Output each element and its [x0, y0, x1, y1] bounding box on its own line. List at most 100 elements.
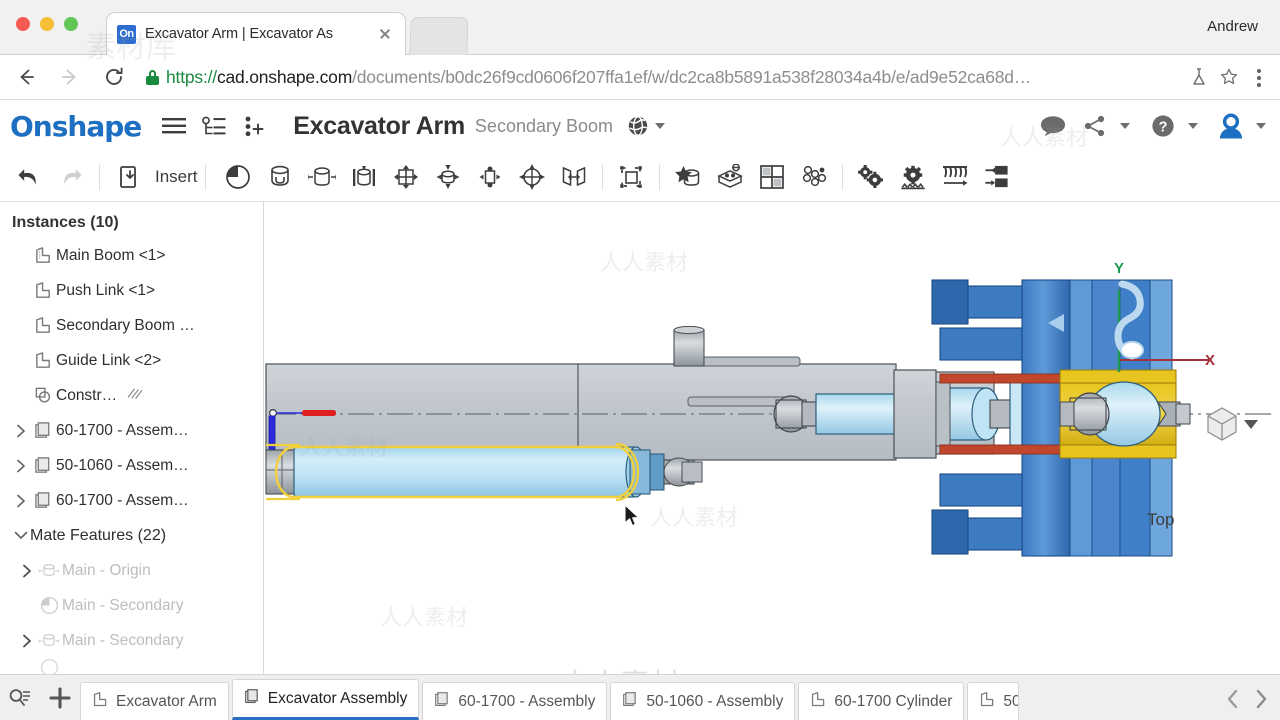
chevron-down-icon[interactable] [655, 123, 665, 129]
chevron-right-icon[interactable] [12, 459, 30, 473]
linear-relation-icon[interactable] [978, 157, 1016, 197]
help-icon[interactable]: ? [1146, 109, 1180, 143]
new-tab-placeholder[interactable] [409, 17, 469, 55]
instance-row-push-link[interactable]: Push Link <1> [0, 273, 263, 308]
instance-row-secondary-boom[interactable]: Secondary Boom … [0, 308, 263, 343]
mate-connector-icon[interactable] [612, 157, 650, 197]
mate-features-header[interactable]: Mate Features (22) [0, 518, 263, 553]
address-bar[interactable]: https://cad.onshape.com/documents/b0dc26… [146, 62, 1178, 92]
version-graph-icon[interactable] [197, 109, 231, 143]
close-window-button[interactable] [16, 17, 30, 31]
tab-label: Excavator Arm [116, 692, 217, 710]
browser-titlebar: On Excavator Arm | Excavator As Andrew [0, 0, 1280, 55]
mate-row-main-origin[interactable]: Main - Origin [0, 553, 263, 588]
mate-label: Main - Secondary [62, 596, 184, 614]
cad-model-render[interactable] [264, 202, 1280, 674]
screw-relation-icon[interactable] [936, 157, 974, 197]
element-tab-bar: Excavator Arm Excavator Assembly 60-1700… [0, 674, 1280, 720]
bookmark-star-icon[interactable] [1216, 64, 1242, 90]
redo-icon[interactable] [52, 157, 90, 197]
undo-icon[interactable] [10, 157, 48, 197]
replicate-icon[interactable] [711, 157, 749, 197]
pin-slot-mate-icon[interactable] [471, 157, 509, 197]
revolute-mate-icon [36, 561, 62, 580]
browser-menu-icon[interactable] [1246, 62, 1272, 92]
chevron-right-icon[interactable] [12, 494, 30, 508]
axis-y-label: Y [1114, 260, 1125, 277]
browser-toolbar: https://cad.onshape.com/documents/b0dc26… [0, 55, 1280, 100]
explode-icon[interactable] [795, 157, 833, 197]
part-studio-icon [810, 691, 827, 713]
slider-mate-icon[interactable] [345, 157, 383, 197]
instance-row-guide-link[interactable]: Guide Link <2> [0, 343, 263, 378]
chevron-down-icon[interactable] [1256, 123, 1266, 129]
create-version-icon[interactable] [237, 109, 271, 143]
share-icon[interactable] [1078, 109, 1112, 143]
onshape-logo[interactable]: Onshape [10, 110, 142, 143]
instance-row-50-1060[interactable]: 50-1060 - Assem… [0, 448, 263, 483]
mate-label: Main - Origin [62, 561, 151, 579]
tab-label: 60-1700 - Assembly [458, 692, 596, 710]
gear-relation-icon[interactable] [852, 157, 890, 197]
chevron-down-icon[interactable] [1188, 123, 1198, 129]
ball-mate-icon[interactable] [513, 157, 551, 197]
instance-row-construction[interactable]: Constr… [0, 378, 263, 413]
globe-public-icon[interactable] [627, 115, 665, 137]
cad-viewport[interactable]: Top X Y [264, 202, 1280, 674]
chevron-down-icon[interactable] [12, 530, 30, 541]
chevron-down-icon[interactable] [1120, 123, 1130, 129]
tab-excavator-assembly[interactable]: Excavator Assembly [231, 679, 420, 720]
assembly-pattern-pie-icon[interactable] [219, 157, 257, 197]
element-search-icon[interactable] [0, 674, 40, 720]
back-icon[interactable] [8, 59, 44, 95]
instance-row-main-boom[interactable]: Main Boom <1> [0, 238, 263, 273]
group-icon[interactable] [669, 157, 707, 197]
tab-excavator-arm[interactable]: Excavator Arm [80, 682, 229, 720]
instance-row-60-1700-a[interactable]: 60-1700 - Assem… [0, 413, 263, 448]
instance-label: 50-1060 - Assem… [56, 456, 189, 474]
planar-mate-icon[interactable] [387, 157, 425, 197]
maximize-window-button[interactable] [64, 17, 78, 31]
chevron-right-icon[interactable] [12, 424, 30, 438]
pattern-grid-icon[interactable] [753, 157, 791, 197]
chevron-right-icon[interactable] [18, 564, 36, 578]
mate-row-main-secondary-2[interactable]: Main - Secondary [0, 623, 263, 658]
mate-row-partial[interactable] [0, 658, 263, 674]
minimize-window-button[interactable] [40, 17, 54, 31]
chevron-left-icon[interactable] [1220, 682, 1246, 716]
account-avatar-icon[interactable] [1214, 109, 1248, 143]
add-tab-icon[interactable] [40, 674, 80, 720]
chevron-right-icon[interactable] [18, 634, 36, 648]
instances-panel: Instances (10) Main Boom <1> Push Link <… [0, 202, 264, 674]
instance-row-60-1700-b[interactable]: 60-1700 - Assem… [0, 483, 263, 518]
revolute-mate-icon[interactable] [303, 157, 341, 197]
pie-mate-icon [36, 596, 62, 615]
browser-profile-name[interactable]: Andrew [1207, 18, 1258, 35]
tab-60-1700-cylinder[interactable]: 60-1700 Cylinder [798, 682, 965, 720]
tab-scroll-controls[interactable] [1220, 682, 1274, 716]
tab-60-1700-assembly[interactable]: 60-1700 - Assembly [422, 682, 608, 720]
reload-icon[interactable] [96, 59, 132, 95]
workspace-name[interactable]: Secondary Boom [475, 116, 613, 137]
assembly-icon [30, 421, 56, 440]
cylindrical-mate-icon[interactable] [429, 157, 467, 197]
part-icon [30, 246, 56, 265]
browser-tab-active[interactable]: On Excavator Arm | Excavator As [106, 12, 406, 55]
tab-50-1060-assembly[interactable]: 50-1060 - Assembly [610, 682, 796, 720]
chevron-right-icon[interactable] [1248, 682, 1274, 716]
forward-icon[interactable] [52, 59, 88, 95]
mate-row-main-secondary-1[interactable]: Main - Secondary [0, 588, 263, 623]
close-icon[interactable] [375, 24, 395, 44]
comment-icon[interactable] [1036, 109, 1070, 143]
instance-label: Push Link <1> [56, 281, 156, 299]
parallel-mate-icon[interactable] [555, 157, 593, 197]
flask-icon[interactable] [1186, 64, 1212, 90]
window-traffic-lights[interactable] [16, 17, 78, 31]
fastened-mate-icon[interactable] [261, 157, 299, 197]
hamburger-menu-icon[interactable] [157, 109, 191, 143]
toolbar-divider [658, 163, 660, 190]
tab-label: 50- [1003, 692, 1018, 710]
rack-pinion-icon[interactable] [894, 157, 932, 197]
tab-50-partial[interactable]: 50- [967, 682, 1020, 720]
insert-button[interactable]: Insert [109, 157, 198, 197]
